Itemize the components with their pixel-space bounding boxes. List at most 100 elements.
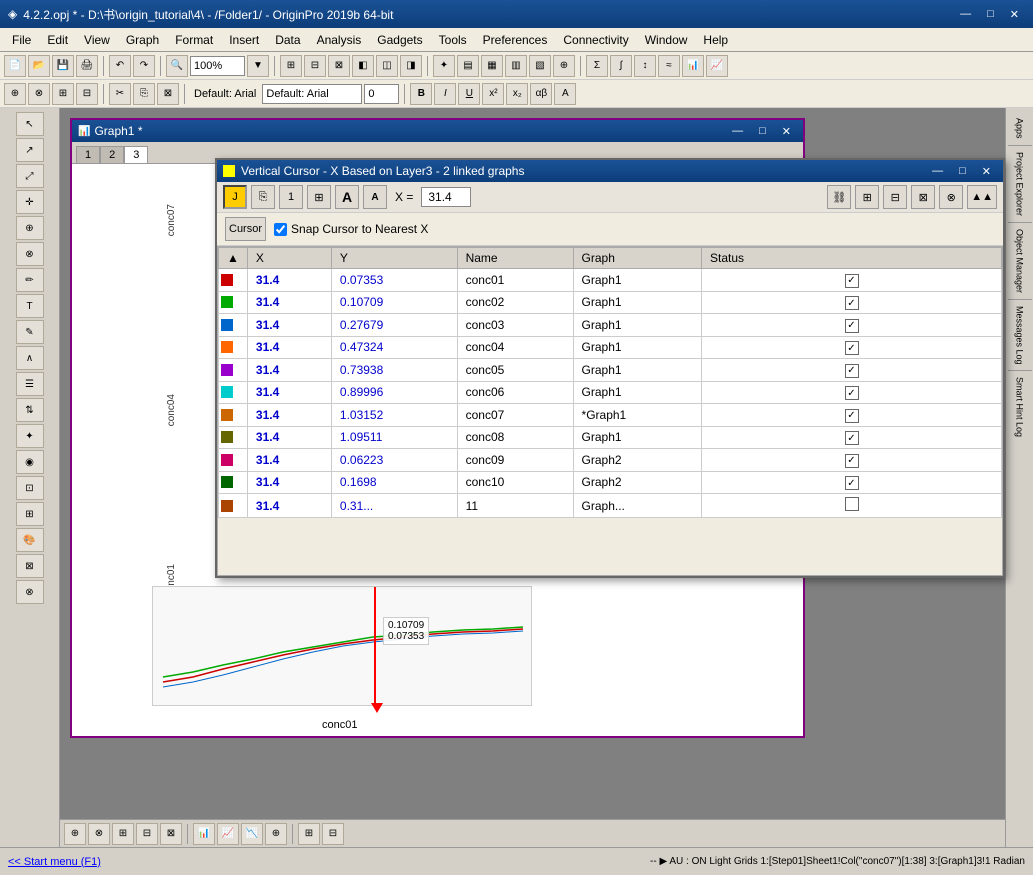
maximize-button[interactable]: □ [981,6,1000,23]
lp-btn-19[interactable]: ⊗ [16,580,44,604]
menu-file[interactable]: File [4,31,39,49]
zoom-input[interactable] [190,56,245,76]
lp-btn-16[interactable]: ⊞ [16,502,44,526]
bt-btn-1[interactable]: ⊕ [64,823,86,845]
zoom-dropdown[interactable]: ▼ [247,55,269,77]
menu-preferences[interactable]: Preferences [475,31,556,49]
graph-maximize[interactable]: □ [753,123,772,140]
checkbox-3[interactable]: ✓ [845,341,859,355]
tb-btn-8[interactable]: ▤ [457,55,479,77]
graph-tab-1[interactable]: 1 [76,146,100,163]
cell-status-7[interactable]: ✓ [702,426,1002,449]
bt-btn-11[interactable]: ⊟ [322,823,344,845]
fontsize-input[interactable] [364,84,399,104]
vc-settings-btn[interactable]: ⊠ [911,185,935,209]
lp-btn-5[interactable]: ⊕ [16,216,44,240]
snap-checkbox-label[interactable]: Snap Cursor to Nearest X [274,222,428,236]
checkbox-8[interactable]: ✓ [845,454,859,468]
menu-insert[interactable]: Insert [221,31,267,49]
menu-view[interactable]: View [76,31,118,49]
menu-gadgets[interactable]: Gadgets [369,31,430,49]
bt-btn-5[interactable]: ⊠ [160,823,182,845]
cell-status-8[interactable]: ✓ [702,449,1002,472]
vc-expand-btn[interactable]: ⊗ [939,185,963,209]
bt-btn-3[interactable]: ⊞ [112,823,134,845]
minimize-button[interactable]: — [954,6,977,23]
messages-log-label[interactable]: Messages Log [1015,306,1025,365]
checkbox-6[interactable]: ✓ [845,409,859,423]
new-btn[interactable]: 📄 [4,55,26,77]
lp-btn-13[interactable]: ✦ [16,424,44,448]
alpha-btn[interactable]: αβ [530,83,552,105]
smart-hint-log-label[interactable]: Smart Hint Log [1015,377,1025,437]
tb2-btn-6[interactable]: ⎘ [133,83,155,105]
italic-btn[interactable]: I [434,83,456,105]
vc-minimize[interactable]: — [926,163,949,180]
lp-btn-12[interactable]: ⇅ [16,398,44,422]
cell-status-partial[interactable] [702,494,1002,518]
lp-btn-2[interactable]: ↗ [16,138,44,162]
vc-table-btn[interactable]: ⊞ [855,185,879,209]
tb-btn-16[interactable]: ≈ [658,55,680,77]
tb-btn-17[interactable]: 📊 [682,55,704,77]
checkbox-9[interactable]: ✓ [845,476,859,490]
print-btn[interactable]: 🖨 [76,55,98,77]
tb2-btn-7[interactable]: ⊠ [157,83,179,105]
save-btn[interactable]: 💾 [52,55,74,77]
apps-label[interactable]: Apps [1015,118,1025,139]
menu-graph[interactable]: Graph [118,31,167,49]
cell-status-2[interactable]: ✓ [702,314,1002,337]
tb-btn-6[interactable]: ◨ [400,55,422,77]
lp-btn-8[interactable]: T [16,294,44,318]
tb-btn-10[interactable]: ▥ [505,55,527,77]
graph-minimize[interactable]: — [726,123,749,140]
checkbox-2[interactable]: ✓ [845,319,859,333]
menu-format[interactable]: Format [167,31,221,49]
object-manager-label[interactable]: Object Manager [1015,229,1025,293]
lp-btn-17[interactable]: 🎨 [16,528,44,552]
lp-btn-3[interactable]: ⤢ [16,164,44,188]
menu-connectivity[interactable]: Connectivity [555,31,636,49]
snap-checkbox-input[interactable] [274,223,287,236]
bt-btn-10[interactable]: ⊞ [298,823,320,845]
checkbox-1[interactable]: ✓ [845,296,859,310]
menu-edit[interactable]: Edit [39,31,76,49]
vc-cursor-btn[interactable]: J [223,185,247,209]
menu-window[interactable]: Window [637,31,696,49]
underline-btn[interactable]: U [458,83,480,105]
cell-status-6[interactable]: ✓ [702,404,1002,427]
font-color-btn[interactable]: A [554,83,576,105]
vc-maximize[interactable]: □ [953,163,972,180]
col-header-name[interactable]: Name [457,248,573,269]
project-explorer-label[interactable]: Project Explorer [1015,152,1025,216]
lp-btn-1[interactable]: ↖ [16,112,44,136]
subscript-btn[interactable]: x₂ [506,83,528,105]
vc-collapse-btn[interactable]: ▲▲ [967,185,997,209]
lp-btn-10[interactable]: ∧ [16,346,44,370]
bold-btn[interactable]: B [410,83,432,105]
lp-btn-6[interactable]: ⊗ [16,242,44,266]
tb2-btn-3[interactable]: ⊞ [52,83,74,105]
col-header-x[interactable]: X [247,248,331,269]
tb2-btn-1[interactable]: ⊕ [4,83,26,105]
tb-btn-11[interactable]: ▧ [529,55,551,77]
menu-tools[interactable]: Tools [431,31,475,49]
tb-btn-1[interactable]: ⊞ [280,55,302,77]
bt-btn-8[interactable]: 📉 [241,823,263,845]
tb-btn-14[interactable]: ∫ [610,55,632,77]
cell-status-9[interactable]: ✓ [702,471,1002,494]
graph-tab-2[interactable]: 2 [100,146,124,163]
cell-status-1[interactable]: ✓ [702,291,1002,314]
cell-status-4[interactable]: ✓ [702,359,1002,382]
vc-close[interactable]: ✕ [976,163,997,180]
cursor-tab-btn[interactable]: Cursor [225,217,266,241]
open-btn[interactable]: 📂 [28,55,50,77]
tb-btn-5[interactable]: ◫ [376,55,398,77]
lp-btn-9[interactable]: ✎ [16,320,44,344]
vc-link-btn[interactable]: ⛓ [827,185,851,209]
vc-titlebar[interactable]: Vertical Cursor - X Based on Layer3 - 2 … [217,160,1003,182]
bt-btn-2[interactable]: ⊗ [88,823,110,845]
bt-btn-6[interactable]: 📊 [193,823,215,845]
graph-titlebar[interactable]: 📊 Graph1 * — □ ✕ [72,120,803,142]
vc-copy-btn[interactable]: ⎘ [251,185,275,209]
